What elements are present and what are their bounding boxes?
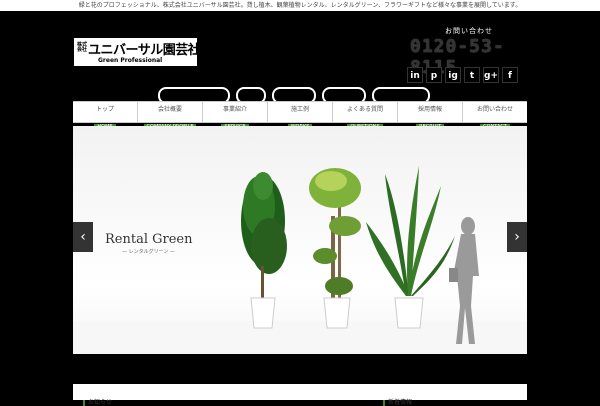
logo-company-name: ユニバーサル園芸社 [88,43,201,58]
nav-item-service[interactable]: 事業紹介 SERVICE [203,102,268,130]
logo-corp-label: 株式会社 [77,42,88,53]
site-header: 株式会社 ユニバーサル園芸社 Green Professional お問い合わせ… [0,11,600,104]
news-heading-text: お知らせ [88,399,112,406]
heading-marker [383,399,385,406]
logo-tagline: Green Professional [98,57,163,64]
contact-label: お問い合わせ [445,27,493,35]
main-navigation: トップ HOME 会社概要 COMPANY PROFILE 事業紹介 SERVI… [73,101,527,130]
plant-3-image [366,166,455,329]
slider-prev-button[interactable]: ‹ [73,222,93,252]
nav-label-jp: 採用情報 [417,106,442,113]
nav-label-jp: 事業紹介 [222,106,247,113]
slider-next-button[interactable]: › [507,222,527,252]
news-heading: お知らせ [83,397,112,406]
twitter-icon[interactable]: t [464,67,480,83]
nav-item-recruit[interactable]: 採用情報 RECRUIT [398,102,463,130]
nav-item-home[interactable]: トップ HOME [73,102,138,130]
updates-heading: 新着情報 [383,397,412,406]
content-area: お知らせ 新着情報 [73,384,527,406]
facebook-icon[interactable]: f [502,67,518,83]
slide-subtitle: — レンタルグリーン — [122,249,175,255]
updates-heading-text: 新着情報 [388,399,413,406]
top-announcement-bar: 緑と花のプロフェッショナル、株式会社ユニバーサル園芸社。貸し植木、観葉植物レンタ… [0,0,600,11]
social-links: in p ig t g+ f [407,67,518,83]
company-logo[interactable]: 株式会社 ユニバーサル園芸社 Green Professional [73,37,201,67]
nav-label-jp: トップ [95,106,114,113]
nav-label-jp: よくある質問 [346,106,383,113]
nav-item-company[interactable]: 会社概要 COMPANY PROFILE [138,102,203,130]
heading-marker [83,399,85,406]
nav-item-questions[interactable]: よくある質問 QUESTIONS [333,102,398,130]
nav-label-jp: お問い合わせ [476,106,513,113]
linkedin-icon[interactable]: in [407,67,423,83]
slide-title: Rental Green [105,232,193,247]
contact-phone[interactable]: お問い合わせ 0120-53-8115 [410,26,528,78]
nav-label-jp: 会社概要 [157,106,182,113]
nav-label-jp: 施工例 [290,106,309,113]
plant-1-image [241,172,287,329]
announcement-text: 緑と花のプロフェッショナル、株式会社ユニバーサル園芸社。貸し植木、観葉植物レンタ… [78,2,522,9]
google-plus-icon[interactable]: g+ [483,67,499,83]
plant-2-image [309,168,361,329]
pinterest-icon[interactable]: p [426,67,442,83]
nav-item-works[interactable]: 施工例 WORKS [268,102,333,130]
nav-item-contact[interactable]: お問い合わせ CONTACT [463,102,527,130]
instagram-icon[interactable]: ig [445,67,461,83]
